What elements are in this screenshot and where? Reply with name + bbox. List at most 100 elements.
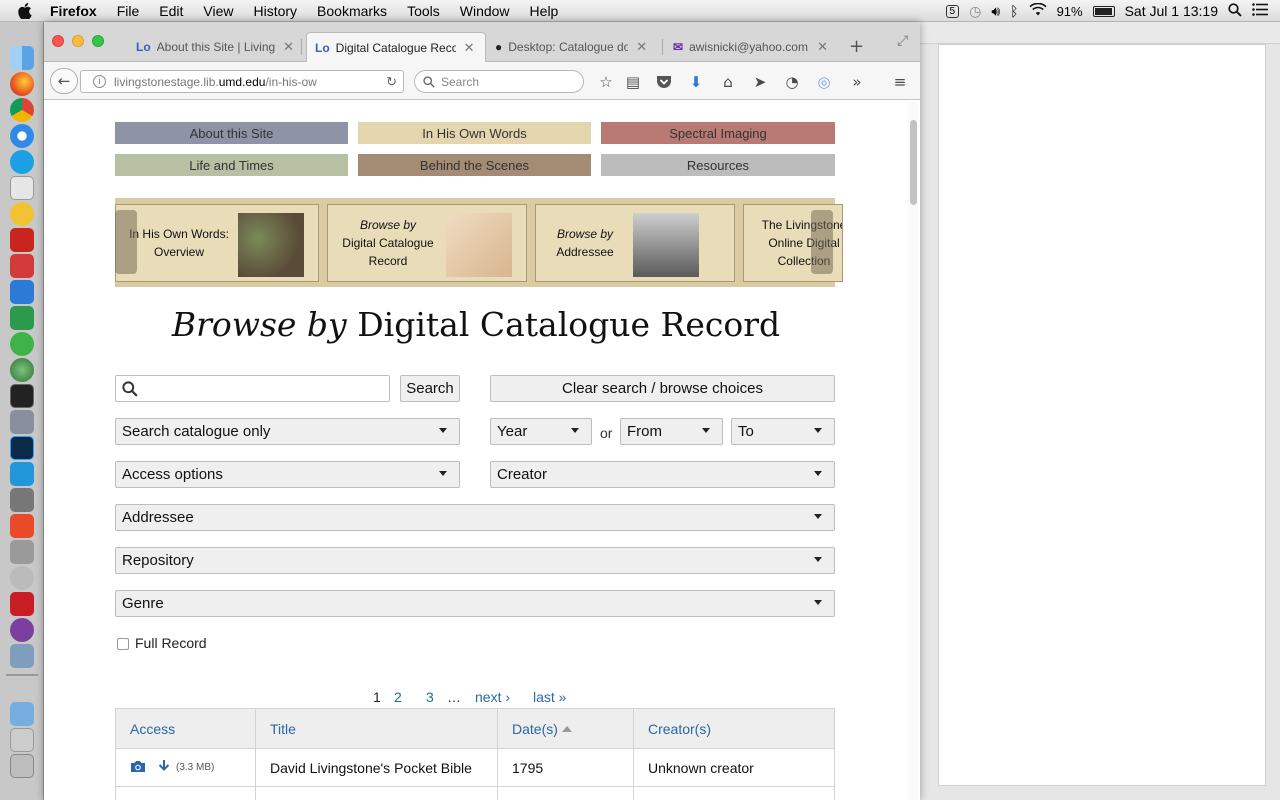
scrollbar-thumb[interactable] (910, 120, 917, 205)
tab-digital-catalogue[interactable]: Lo Digital Catalogue Reco ✕ (306, 32, 486, 62)
carousel-card-addressee[interactable]: Browse by Addressee (535, 204, 735, 282)
github-icon[interactable] (10, 618, 34, 642)
close-window-button[interactable] (52, 35, 64, 47)
column-header-creators[interactable]: Creator(s) (634, 709, 834, 748)
help-icon[interactable] (10, 728, 34, 752)
download-icon[interactable] (158, 759, 170, 776)
column-header-access[interactable]: Access (116, 709, 256, 748)
thunderbird-icon[interactable] (10, 202, 34, 226)
nav-about-this-site[interactable]: About this Site (115, 122, 348, 144)
clear-search-button[interactable]: Clear search / browse choices (490, 375, 835, 402)
safari-icon[interactable] (10, 124, 34, 148)
menu-bookmarks[interactable]: Bookmarks (307, 3, 397, 19)
page-3-link[interactable]: 3 (426, 689, 434, 705)
remote-icon[interactable] (10, 514, 34, 538)
bluetooth-icon[interactable]: ᛒ (1010, 3, 1018, 19)
carousel-next-button[interactable] (811, 210, 833, 274)
battery-icon[interactable] (1092, 5, 1115, 17)
vertical-scrollbar[interactable] (908, 102, 918, 800)
search-input[interactable]: Search (414, 70, 584, 93)
camera-icon[interactable] (130, 760, 146, 776)
tab-desktop-catalogue[interactable]: ● Desktop: Catalogue do ✕ (487, 32, 663, 62)
utility-icon[interactable] (10, 410, 34, 434)
hamburger-menu-icon[interactable]: ≡ (890, 72, 910, 92)
menu-edit[interactable]: Edit (149, 3, 193, 19)
battery-percent[interactable]: 91% (1057, 4, 1083, 19)
catalogue-search-input[interactable] (115, 375, 390, 402)
time-machine-icon[interactable]: ◷ (969, 3, 981, 20)
menu-tools[interactable]: Tools (397, 3, 450, 19)
search-scope-select[interactable]: Search catalogue only (115, 418, 460, 445)
sync-icon[interactable] (10, 332, 34, 356)
zoom-window-button[interactable] (92, 35, 104, 47)
page-2-link[interactable]: 2 (394, 689, 402, 705)
close-tab-icon[interactable]: ✕ (636, 39, 647, 55)
chrome-icon[interactable] (10, 98, 34, 122)
carousel-prev-button[interactable] (115, 210, 137, 274)
nav-behind-the-scenes[interactable]: Behind the Scenes (358, 154, 591, 176)
system-prefs-icon[interactable] (10, 540, 34, 564)
new-tab-icon[interactable]: + (849, 36, 864, 57)
title-cell[interactable]: David Livingstone's Pocket Bible (256, 749, 498, 786)
bookmark-star-icon[interactable]: ☆ (596, 72, 616, 92)
tab-yahoo-mail[interactable]: ✉ awisnicki@yahoo.com ✕ (665, 32, 839, 62)
wifi-icon[interactable] (1029, 2, 1047, 19)
overflow-chevron-icon[interactable]: » (847, 72, 867, 92)
back-arrow-icon[interactable]: ← (50, 68, 78, 94)
addressee-select[interactable]: Addressee (115, 504, 835, 531)
skype-icon[interactable] (10, 150, 34, 174)
send-icon[interactable]: ➤ (750, 72, 770, 92)
finder-icon[interactable] (10, 46, 34, 70)
reload-icon[interactable]: ↻ (386, 74, 397, 90)
filezilla-icon[interactable] (10, 228, 34, 252)
firefox-icon[interactable] (10, 72, 34, 96)
menu-app-name[interactable]: Firefox (40, 3, 107, 19)
nav-in-his-own-words[interactable]: In His Own Words (358, 122, 591, 144)
from-year-select[interactable]: From (620, 418, 723, 445)
volume-icon[interactable]: 🔊︎ (991, 3, 1000, 20)
full-record-checkbox[interactable] (117, 638, 129, 650)
close-tab-icon[interactable]: ✕ (283, 39, 294, 55)
menu-history[interactable]: History (243, 3, 307, 19)
app-store-icon[interactable] (10, 644, 34, 668)
folder-icon[interactable] (10, 702, 34, 726)
close-tab-icon[interactable]: ✕ (817, 39, 828, 55)
menu-window[interactable]: Window (450, 3, 520, 19)
column-header-title[interactable]: Title (256, 709, 498, 748)
column-header-dates[interactable]: Date(s) (498, 709, 634, 748)
preview-icon[interactable] (10, 176, 34, 200)
menu-view[interactable]: View (193, 3, 243, 19)
photoshop-icon[interactable] (10, 436, 34, 460)
carousel-card-catalogue[interactable]: Browse by Digital Catalogue Record (327, 204, 527, 282)
fullscreen-icon[interactable]: ⤢ (897, 33, 908, 49)
carousel-card-overview[interactable]: In His Own Words: Overview (115, 204, 319, 282)
terminal-icon[interactable] (10, 384, 34, 408)
zotero-icon[interactable] (10, 592, 34, 616)
home-icon[interactable]: ⌂ (718, 72, 738, 92)
apple-icon[interactable] (18, 2, 40, 19)
excel-icon[interactable] (10, 306, 34, 330)
menu-help[interactable]: Help (520, 3, 569, 19)
notification-center-icon[interactable] (1252, 3, 1268, 19)
spotlight-icon[interactable] (1228, 2, 1242, 20)
extension-icon[interactable]: ◎ (814, 72, 834, 92)
downloads-icon[interactable]: ⬇ (686, 72, 706, 92)
gimp-icon[interactable] (10, 488, 34, 512)
search-button[interactable]: Search (400, 375, 460, 402)
word-icon[interactable] (10, 280, 34, 304)
history-icon[interactable]: ◔ (782, 72, 802, 92)
app-icon[interactable] (10, 462, 34, 486)
menu-file[interactable]: File (107, 3, 150, 19)
last-page-link[interactable]: last » (533, 689, 566, 705)
status-5-icon[interactable]: 5 (945, 4, 960, 18)
globe-icon[interactable] (10, 358, 34, 382)
close-tab-icon[interactable]: ✕ (464, 40, 475, 56)
creator-select[interactable]: Creator (490, 461, 835, 488)
to-year-select[interactable]: To (731, 418, 835, 445)
genre-select[interactable]: Genre (115, 590, 835, 617)
site-info-icon[interactable]: i (93, 75, 106, 88)
next-page-link[interactable]: next › (475, 689, 510, 705)
nav-resources[interactable]: Resources (601, 154, 835, 176)
url-bar[interactable]: i livingstonestage.lib. umd.edu/in-his-ow… (80, 70, 404, 93)
year-select[interactable]: Year (490, 418, 592, 445)
